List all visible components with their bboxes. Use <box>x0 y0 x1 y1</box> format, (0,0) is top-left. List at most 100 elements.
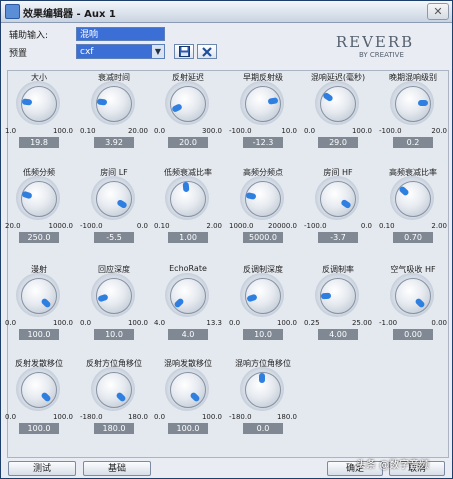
knob-control: 反射方位角移位 -180.0 180.0 180.0 <box>78 358 150 448</box>
delete-preset-button[interactable] <box>197 44 217 59</box>
rotary-knob[interactable] <box>170 278 206 314</box>
rotary-knob[interactable] <box>96 372 132 408</box>
value-display[interactable]: -5.5 <box>94 232 134 243</box>
knob-control: 混响方位角移位 -180.0 180.0 0.0 <box>227 358 299 448</box>
range-min-label: 0.10 <box>80 127 96 135</box>
knob-control: 反射发散移位 0.0 100.0 100.0 <box>3 358 75 448</box>
range-min-label: 20.0 <box>5 222 21 230</box>
range-min-label: 0.0 <box>154 413 166 421</box>
knob-control: EchoRate 4.0 13.3 4.0 <box>152 264 224 354</box>
test-button[interactable]: 测试 <box>8 461 76 476</box>
range-min-label: 0.25 <box>304 319 320 327</box>
range-max-label: 180.0 <box>127 413 148 421</box>
knob-indicator <box>320 292 332 300</box>
rotary-knob[interactable] <box>395 278 431 314</box>
value-display[interactable]: 100.0 <box>19 329 59 340</box>
rotary-knob[interactable] <box>245 86 281 122</box>
value-display[interactable]: 4.00 <box>318 329 358 340</box>
range-min-label: 0.0 <box>80 319 92 327</box>
save-preset-button[interactable] <box>174 44 194 59</box>
value-display[interactable]: 0.70 <box>393 232 433 243</box>
close-button[interactable]: ✕ <box>427 3 449 20</box>
range-max-label: 100.0 <box>52 127 73 135</box>
range-min-label: -100.0 <box>304 222 327 230</box>
range-max-label: 100.0 <box>276 319 297 327</box>
value-display[interactable]: 3.92 <box>94 137 134 148</box>
rotary-knob[interactable] <box>21 278 57 314</box>
value-display[interactable]: 10.0 <box>94 329 134 340</box>
preset-select[interactable]: cxf ▼ <box>76 44 165 59</box>
value-display[interactable]: 20.0 <box>168 137 208 148</box>
value-display[interactable]: 29.0 <box>318 137 358 148</box>
rotary-knob[interactable] <box>21 181 57 217</box>
value-display[interactable]: 250.0 <box>19 232 59 243</box>
knob-control: 空气吸收 HF -1.00 0.00 0.00 <box>377 264 449 354</box>
range-min-label: 0.0 <box>5 319 17 327</box>
range-max-label: 100.0 <box>127 319 148 327</box>
rotary-knob[interactable] <box>170 372 206 408</box>
rotary-knob[interactable] <box>320 181 356 217</box>
knob-control: 反调制率 0.25 25.00 4.00 <box>302 264 374 354</box>
range-max-label: 25.00 <box>351 319 372 327</box>
knob-indicator <box>182 181 190 193</box>
rotary-knob[interactable] <box>96 181 132 217</box>
basic-button[interactable]: 基础 <box>83 461 151 476</box>
range-min-label: 0.10 <box>154 222 170 230</box>
value-display[interactable]: 100.0 <box>19 423 59 434</box>
knob-indicator <box>96 98 108 106</box>
chevron-down-icon[interactable]: ▼ <box>152 45 164 58</box>
range-max-label: 0.00 <box>431 319 447 327</box>
reverb-logo: REVERB BY CREATIVE <box>313 33 437 63</box>
floppy-disk-icon <box>178 46 190 57</box>
rotary-knob[interactable] <box>320 86 356 122</box>
range-max-label: 20.0 <box>431 127 447 135</box>
knob-control: 低频衰减比率 0.10 2.00 1.00 <box>152 167 224 257</box>
range-max-label: 2.00 <box>206 222 222 230</box>
value-display[interactable]: 19.8 <box>19 137 59 148</box>
range-max-label: 300.0 <box>201 127 222 135</box>
value-display[interactable]: 10.0 <box>243 329 283 340</box>
knob-control: 房间 LF -100.0 0.0 -5.5 <box>78 167 150 257</box>
range-max-label: 20.00 <box>127 127 148 135</box>
range-min-label: -180.0 <box>80 413 103 421</box>
range-min-label: 0.0 <box>154 127 166 135</box>
value-display[interactable]: 0.0 <box>243 423 283 434</box>
knob-control: 晚期混响级别 -100.0 20.0 0.2 <box>377 72 449 162</box>
range-max-label: 180.0 <box>276 413 297 421</box>
value-display[interactable]: 0.00 <box>393 329 433 340</box>
range-min-label: -100.0 <box>229 127 252 135</box>
preset-value: cxf <box>80 47 94 57</box>
logo-main-text: REVERB <box>335 33 415 51</box>
range-min-label: 4.0 <box>154 319 166 327</box>
value-display[interactable]: 0.2 <box>393 137 433 148</box>
knob-control: 低频分频 20.0 1000.0 250.0 <box>3 167 75 257</box>
range-max-label: 0.0 <box>136 222 148 230</box>
rotary-knob[interactable] <box>21 372 57 408</box>
range-min-label: -180.0 <box>229 413 252 421</box>
knob-control: 漫射 0.0 100.0 100.0 <box>3 264 75 354</box>
range-max-label: 13.3 <box>206 319 222 327</box>
value-display[interactable]: 180.0 <box>94 423 134 434</box>
value-display[interactable]: 1.00 <box>168 232 208 243</box>
title-bar[interactable]: 效果编辑器 - Aux 1 ✕ <box>1 1 452 23</box>
knob-control: 衰减时间 0.10 20.00 3.92 <box>78 72 150 162</box>
range-max-label: 1000.0 <box>48 222 74 230</box>
range-min-label: -100.0 <box>80 222 103 230</box>
knob-control: 回应深度 0.0 100.0 10.0 <box>78 264 150 354</box>
knob-control: 反调制深度 0.0 100.0 10.0 <box>227 264 299 354</box>
logo-sub-text: BY CREATIVE <box>359 51 404 59</box>
knob-control: 房间 HF -100.0 0.0 -3.7 <box>302 167 374 257</box>
value-display[interactable]: -12.3 <box>243 137 283 148</box>
value-display[interactable]: 5000.0 <box>243 232 283 243</box>
knob-control: 反射延迟 0.0 300.0 20.0 <box>152 72 224 162</box>
value-display[interactable]: -3.7 <box>318 232 358 243</box>
knob-control: 高频分频点 1000.0 20000.0 5000.0 <box>227 167 299 257</box>
value-display[interactable]: 4.0 <box>168 329 208 340</box>
range-min-label: 0.0 <box>5 413 17 421</box>
range-max-label: 10.0 <box>281 127 297 135</box>
knob-indicator <box>21 98 33 106</box>
value-display[interactable]: 100.0 <box>168 423 208 434</box>
range-min-label: 0.10 <box>379 222 395 230</box>
aux-input-field[interactable]: 混响 <box>76 27 165 41</box>
aux-input-label: 辅助输入: <box>9 31 49 41</box>
